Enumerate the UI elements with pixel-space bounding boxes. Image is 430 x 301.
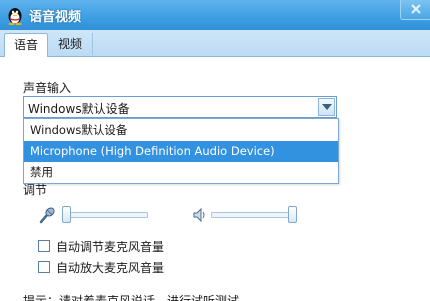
dropdown-option-microphone[interactable]: Microphone (High Definition Audio Device… [24, 141, 338, 162]
microphone-icon [39, 207, 55, 224]
input-device-dropdown: Windows默认设备 Microphone (High Definition … [23, 118, 339, 184]
window-title: 语音视频 [29, 10, 82, 25]
speaker-icon [193, 207, 205, 223]
adjust-label: 调节 [23, 183, 48, 197]
mic-volume-track[interactable] [62, 212, 148, 218]
auto-amplify-mic-checkbox[interactable] [38, 261, 50, 273]
auto-adjust-mic-checkbox[interactable] [38, 240, 50, 252]
dropdown-option-disable[interactable]: 禁用 [24, 162, 338, 183]
tip-text: 提示：请对着麦克风说话，进行试听测试 [23, 294, 240, 301]
auto-amplify-mic-label: 自动放大麦克风音量 [56, 261, 165, 275]
dropdown-button[interactable] [318, 98, 335, 116]
title-bar[interactable]: 语音视频 [0, 0, 430, 30]
tab-voice[interactable]: 语音 [4, 33, 48, 58]
speaker-volume-thumb[interactable] [288, 206, 297, 223]
speaker-volume-track[interactable] [211, 212, 297, 218]
tab-video[interactable]: 视频 [48, 33, 93, 55]
auto-adjust-mic-label: 自动调节麦克风音量 [56, 240, 165, 254]
dropdown-option-default[interactable]: Windows默认设备 [24, 120, 338, 141]
close-button[interactable] [400, 0, 430, 20]
chevron-down-icon [322, 104, 332, 110]
mic-volume-thumb[interactable] [62, 206, 71, 223]
input-device-select[interactable]: Windows默认设备 [23, 96, 337, 118]
voice-video-window: 语音视频 语音 视频 声音输入 Windows默认设备 Windows默认设备 … [0, 0, 430, 301]
qq-penguin-icon [8, 8, 22, 25]
close-icon [411, 4, 421, 14]
input-device-value: Windows默认设备 [28, 102, 130, 116]
input-device-label: 声音输入 [23, 81, 72, 95]
